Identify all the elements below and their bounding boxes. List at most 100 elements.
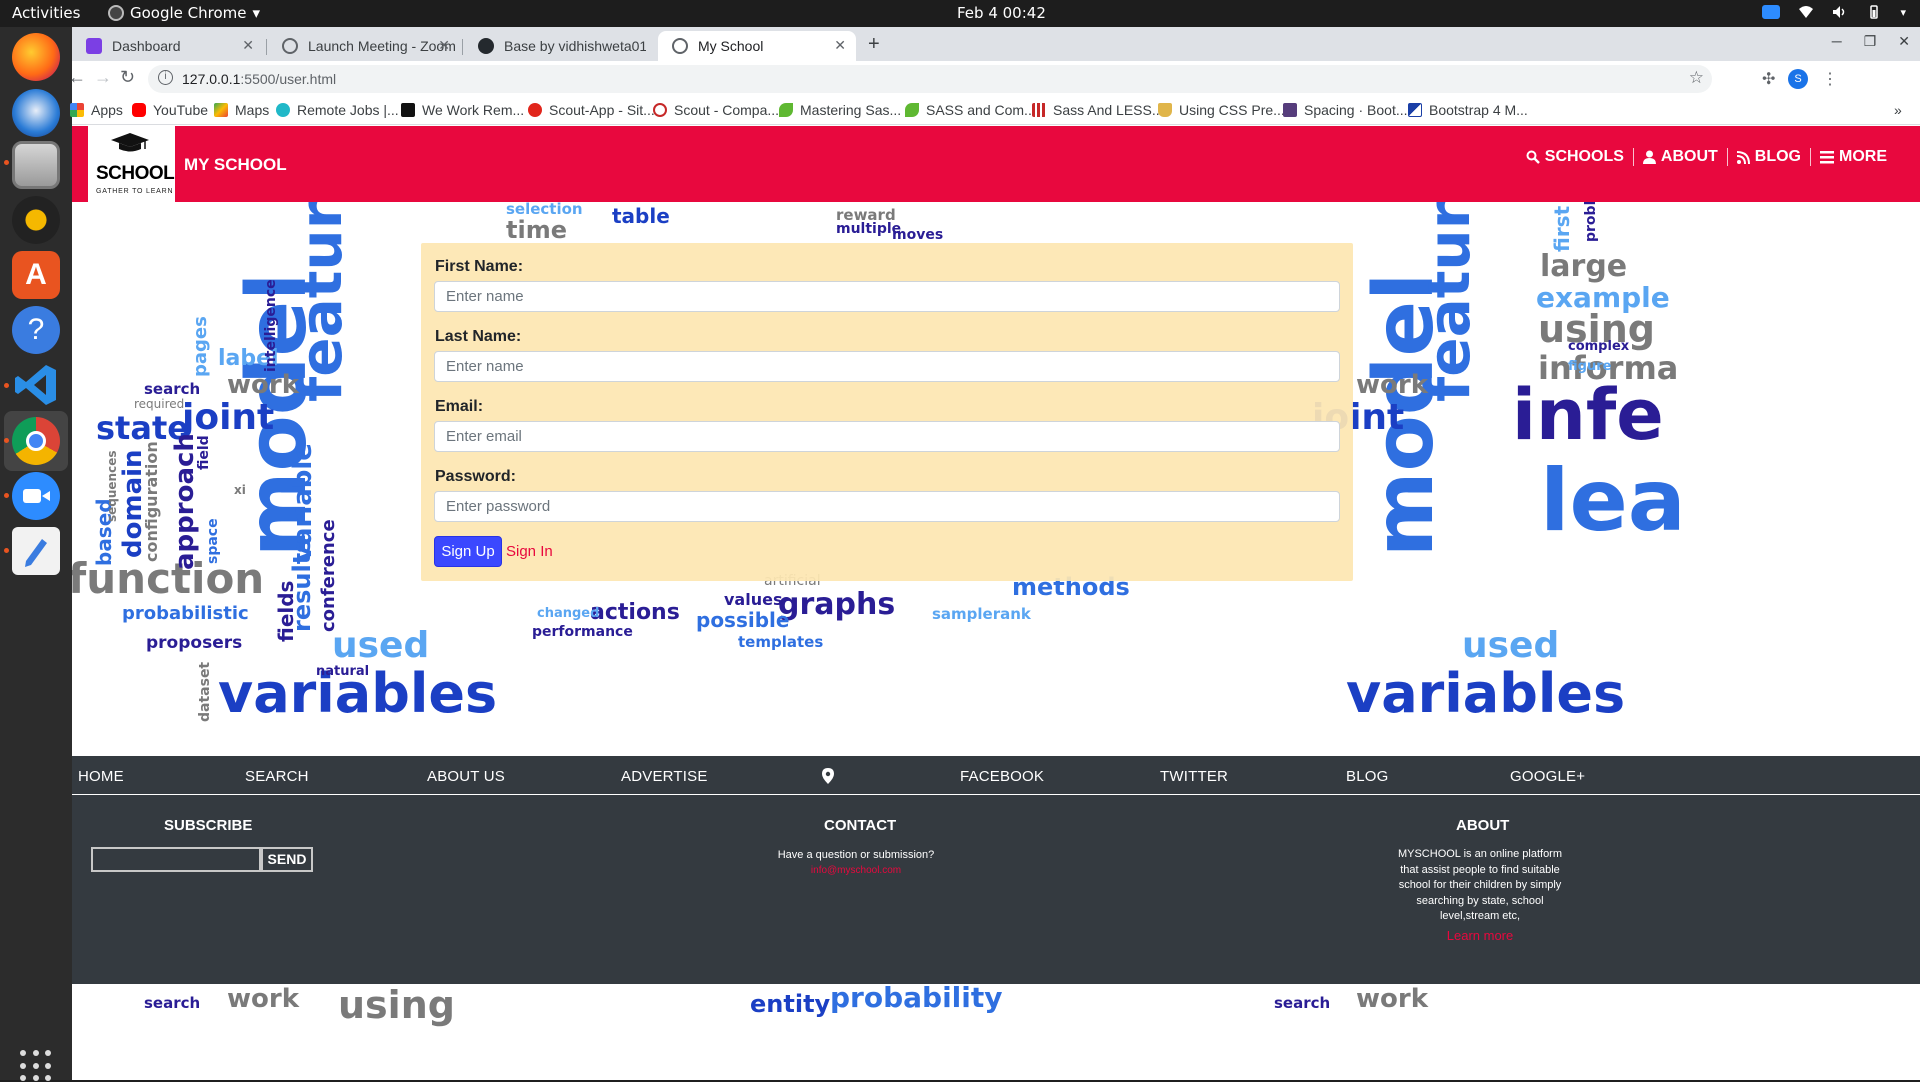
show-applications-icon[interactable] (20, 1050, 52, 1082)
help-icon[interactable]: ? (12, 306, 60, 354)
profile-avatar[interactable]: S (1788, 69, 1808, 89)
bookmark-we-work-remotely[interactable]: We Work Rem... (401, 102, 524, 118)
word-cloud-word: required (134, 397, 185, 411)
files-icon[interactable] (12, 141, 60, 189)
close-icon[interactable]: ✕ (834, 37, 846, 54)
word-cloud-word: variable (288, 443, 318, 562)
software-center-icon[interactable]: A (12, 251, 60, 299)
close-icon[interactable]: ✕ (242, 37, 254, 54)
trophy-icon (1158, 103, 1172, 117)
bookmark-scout-company[interactable]: Scout - Compa... (653, 102, 779, 118)
bookmark-mastering-sass[interactable]: Mastering Sas... (779, 102, 901, 118)
extensions-puzzle-icon[interactable]: ✣ (1762, 69, 1775, 89)
running-indicator (4, 548, 9, 553)
nav-schools[interactable]: SCHOOLS (1517, 148, 1633, 166)
footer-link-home[interactable]: HOME (78, 768, 124, 785)
thunderbird-icon[interactable] (12, 89, 60, 137)
tab-github[interactable]: Base by vidhishweta01 · P (464, 31, 656, 61)
learn-more-link[interactable]: Learn more (1390, 928, 1570, 943)
address-bar[interactable]: i 127.0.0.1:5500/user.html ☆ (148, 65, 1712, 93)
footer-link-advertise[interactable]: ADVERTISE (621, 768, 708, 785)
password-input[interactable]: Enter password (434, 491, 1340, 522)
bookmark-apps[interactable]: Apps (70, 102, 123, 118)
github-icon (478, 38, 494, 54)
zoom-tray-icon[interactable] (1762, 5, 1781, 19)
site-name[interactable]: MY SCHOOL (184, 155, 287, 175)
bookmark-using-css-pre[interactable]: Using CSS Pre... (1158, 102, 1285, 118)
app-menu[interactable]: Google Chrome ▾ (108, 4, 260, 22)
close-icon[interactable]: ✕ (438, 37, 450, 54)
site-logo[interactable]: SCHOOL GATHER TO LEARN (88, 126, 175, 202)
chrome-window: Dashboard ✕ Launch Meeting - Zoom ✕ Base… (68, 27, 1920, 1080)
new-tab-button[interactable]: + (868, 33, 880, 56)
nav-about[interactable]: ABOUT (1632, 148, 1727, 166)
menu-kebab-icon[interactable]: ⋮ (1822, 69, 1838, 89)
maximize-button[interactable]: ❐ (1864, 33, 1877, 50)
bookmark-sass-and-compass[interactable]: SASS and Com... (905, 102, 1036, 118)
system-tray[interactable]: ▾ (1762, 5, 1906, 19)
subscribe-email-input[interactable] (91, 847, 261, 872)
hamburger-menu-icon (1820, 150, 1834, 163)
word-cloud-word: pages (190, 316, 211, 377)
chevron-down-icon: ▾ (252, 4, 261, 22)
bookmark-maps[interactable]: Maps (214, 102, 269, 118)
bookmark-sass-and-less[interactable]: Sass And LESS... (1032, 102, 1164, 118)
globe-icon (672, 38, 688, 54)
sign-up-button[interactable]: Sign Up (434, 536, 502, 567)
tab-zoom[interactable]: Launch Meeting - Zoom ✕ (268, 31, 460, 61)
footer-link-search[interactable]: SEARCH (245, 768, 309, 785)
minimize-button[interactable]: ─ (1832, 33, 1842, 50)
bookmark-spacing-bootstrap[interactable]: Spacing · Boot... (1283, 102, 1408, 118)
chrome-dock-icon[interactable] (12, 417, 60, 465)
rhythmbox-icon[interactable] (12, 196, 60, 244)
bookmark-star-icon[interactable]: ☆ (1689, 68, 1704, 88)
tab-dashboard[interactable]: Dashboard ✕ (72, 31, 264, 61)
nav-more[interactable]: MORE (1810, 148, 1896, 166)
tab-separator (266, 39, 267, 55)
more-bookmarks-button[interactable]: » (1894, 102, 1902, 118)
last-name-input[interactable]: Enter name (434, 351, 1340, 382)
footer-link-about-us[interactable]: ABOUT US (427, 768, 505, 785)
send-button[interactable]: SEND (261, 847, 313, 872)
word-cloud-word: feature (287, 202, 355, 402)
activities-button[interactable]: Activities (12, 4, 80, 22)
close-window-button[interactable]: ✕ (1898, 33, 1910, 50)
reload-button[interactable]: ↻ (120, 67, 135, 88)
bookmark-youtube[interactable]: YouTube (132, 102, 208, 118)
word-cloud-word: used (332, 625, 430, 666)
map-marker-icon[interactable] (822, 768, 834, 784)
footer-link-blog[interactable]: BLOG (1346, 768, 1388, 785)
text-editor-icon[interactable] (12, 527, 60, 575)
signup-form-panel: First Name: Enter name Last Name: Enter … (421, 243, 1353, 581)
firefox-icon[interactable] (12, 33, 60, 81)
footer-link-google-plus[interactable]: GOOGLE+ (1510, 768, 1585, 785)
sign-in-link[interactable]: Sign In (506, 543, 553, 560)
footer-link-twitter[interactable]: TWITTER (1160, 768, 1228, 785)
footer-link-facebook[interactable]: FACEBOOK (960, 768, 1044, 785)
contact-question: Have a question or submission? (777, 849, 935, 861)
forward-button[interactable]: → (94, 67, 112, 88)
first-name-input[interactable]: Enter name (434, 281, 1340, 312)
back-button[interactable]: ← (68, 67, 86, 88)
zoom-dock-icon[interactable] (12, 472, 60, 520)
word-cloud-word: infe (1512, 374, 1664, 456)
scout-company-icon (653, 103, 667, 117)
word-cloud-word: graphs (778, 587, 896, 622)
word-cloud-word: time (506, 216, 567, 244)
ubuntu-dock: A ? (0, 27, 72, 1082)
bookmark-scout-app[interactable]: Scout-App - Sit... (528, 102, 655, 118)
nav-blog[interactable]: BLOG (1726, 148, 1810, 166)
word-cloud-word: field (196, 435, 212, 470)
remote-jobs-icon (276, 103, 290, 117)
site-info-icon[interactable]: i (158, 70, 173, 85)
bookmark-bootstrap-4[interactable]: Bootstrap 4 M... (1408, 102, 1528, 118)
vscode-icon[interactable] (12, 361, 60, 409)
word-cloud-word: variables (1346, 662, 1626, 725)
contact-email-link[interactable]: info@myschool.com (704, 865, 1008, 876)
clock[interactable]: Feb 4 00:42 (957, 4, 1046, 22)
email-input[interactable]: Enter email (434, 421, 1340, 452)
tab-label: Launch Meeting - Zoom (308, 38, 456, 54)
bookmark-remote-jobs[interactable]: Remote Jobs |... (276, 102, 399, 118)
tab-my-school[interactable]: My School ✕ (658, 31, 856, 61)
word-cloud-word: search (1274, 994, 1331, 1012)
